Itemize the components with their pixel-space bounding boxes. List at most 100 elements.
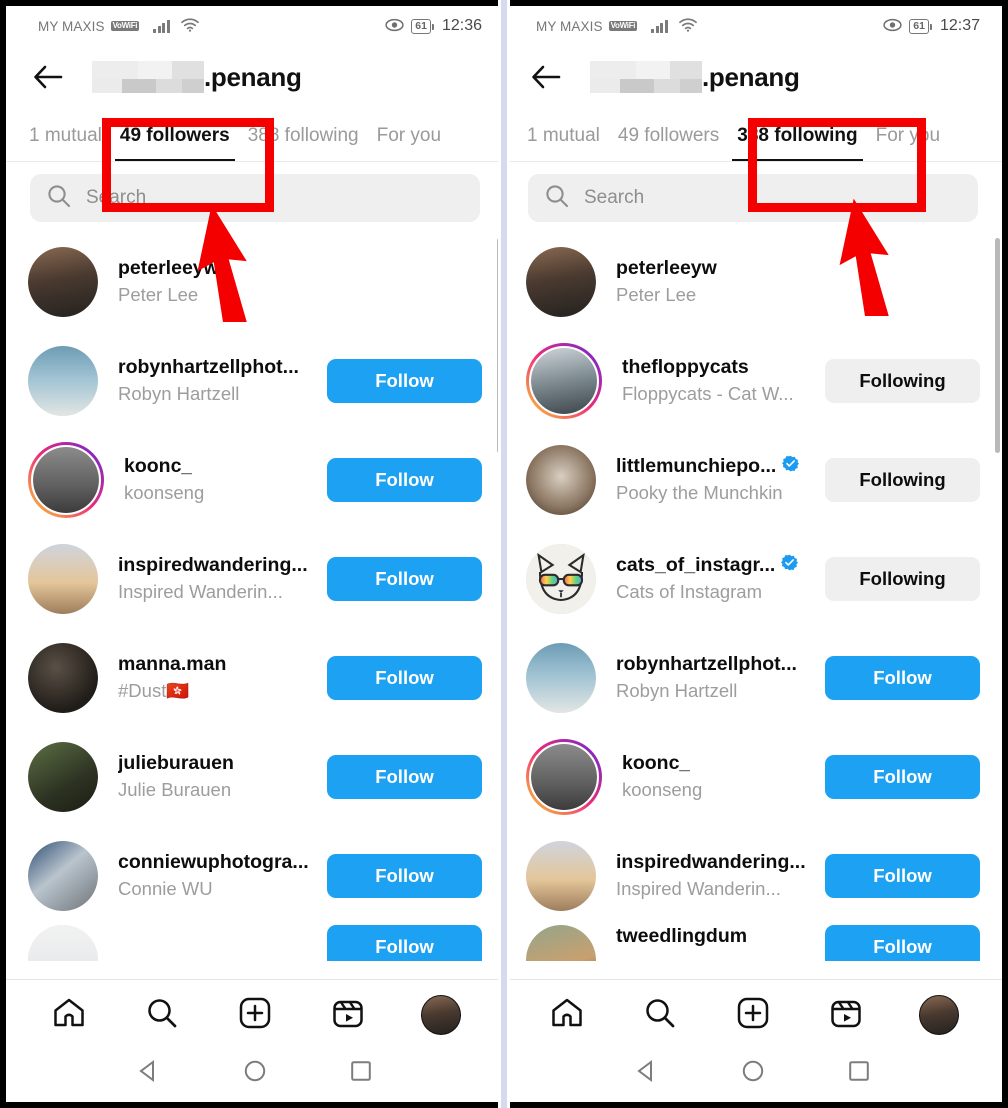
battery-indicator: 61 bbox=[411, 18, 434, 34]
sysnav-back-button[interactable] bbox=[627, 1054, 667, 1094]
tab-49-followers[interactable]: 49 followers bbox=[609, 125, 728, 161]
full-name: Pooky the Munchkin bbox=[616, 482, 783, 503]
recents-square-icon bbox=[845, 1057, 873, 1090]
avatar[interactable] bbox=[526, 925, 596, 961]
follow-button[interactable]: Follow bbox=[327, 925, 482, 961]
follow-button[interactable]: Follow bbox=[825, 655, 980, 700]
add-post-icon bbox=[736, 996, 770, 1035]
follow-button[interactable]: Follow bbox=[825, 754, 980, 799]
follow-button[interactable]: Follow bbox=[327, 556, 482, 601]
list-item[interactable]: littlemunchiepo... Pooky the Munchkin Foll… bbox=[504, 430, 1002, 529]
list-item[interactable]: peterleeyw Peter Lee bbox=[504, 232, 1002, 331]
screenshot-root: MY MAXIS VoWiFi 61 12:36 .penang 1 mutual 49 f… bbox=[0, 0, 1008, 1108]
avatar[interactable] bbox=[28, 345, 98, 416]
list-item[interactable]: cats_of_instagr... Cats of Instagram Follo… bbox=[504, 529, 1002, 628]
verified-badge-icon bbox=[781, 554, 799, 577]
full-name: Robyn Hartzell bbox=[118, 383, 240, 404]
list-item[interactable]: tweedlingdum Follow bbox=[504, 925, 1002, 961]
list-item[interactable]: inspiredwandering... Inspired Wanderin...… bbox=[6, 529, 504, 628]
avatar[interactable] bbox=[526, 642, 596, 713]
list-item[interactable]: inspiredwandering... Inspired Wanderin...… bbox=[504, 826, 1002, 925]
nav-create-button[interactable] bbox=[727, 989, 779, 1041]
nav-search-button[interactable] bbox=[634, 989, 686, 1041]
nav-home-button[interactable] bbox=[43, 989, 95, 1041]
following-button[interactable]: Following bbox=[825, 457, 980, 502]
home-circle-icon bbox=[739, 1057, 767, 1090]
nav-profile-button[interactable] bbox=[415, 989, 467, 1041]
avatar[interactable] bbox=[28, 741, 98, 812]
scrollbar-thumb[interactable] bbox=[995, 238, 1000, 453]
avatar[interactable] bbox=[526, 444, 596, 515]
username: thefloppycats bbox=[622, 356, 815, 379]
list-item[interactable]: koonc_ koonseng Follow bbox=[6, 430, 504, 529]
avatar-image bbox=[28, 741, 98, 812]
tab-388-following[interactable]: 388 following bbox=[728, 125, 866, 161]
tab-for-you[interactable]: For you bbox=[368, 125, 450, 161]
follow-button[interactable]: Follow bbox=[825, 925, 980, 961]
avatar[interactable] bbox=[526, 543, 596, 614]
search-placeholder: Search bbox=[584, 187, 645, 208]
list-item[interactable]: robynhartzellphot... Robyn Hartzell Follow bbox=[6, 331, 504, 430]
list-item[interactable]: conniewuphotogra... Connie WU Follow bbox=[6, 826, 504, 925]
full-name: Peter Lee bbox=[118, 284, 199, 305]
follow-button[interactable]: Follow bbox=[825, 853, 980, 898]
avatar[interactable] bbox=[526, 840, 596, 911]
list-item-text: thefloppycats Floppycats - Cat W... bbox=[622, 356, 815, 405]
nav-reels-button[interactable] bbox=[820, 989, 872, 1041]
search-input[interactable]: Search bbox=[30, 174, 480, 222]
list-item[interactable]: julieburauen Julie Burauen Follow bbox=[6, 727, 504, 826]
avatar[interactable] bbox=[28, 840, 98, 911]
list-item-text bbox=[118, 925, 317, 929]
nav-home-button[interactable] bbox=[541, 989, 593, 1041]
list-item[interactable]: koonc_ koonseng Follow bbox=[504, 727, 1002, 826]
list-item[interactable]: manna.man #Dust🇭🇰 Follow bbox=[6, 628, 504, 727]
nav-create-button[interactable] bbox=[229, 989, 281, 1041]
sysnav-home-button[interactable] bbox=[235, 1054, 275, 1094]
avatar bbox=[529, 741, 599, 812]
avatar[interactable] bbox=[28, 925, 98, 961]
wifi-icon bbox=[180, 17, 199, 35]
avatar[interactable] bbox=[28, 642, 98, 713]
follow-button[interactable]: Follow bbox=[327, 457, 482, 502]
tab-388-following[interactable]: 388 following bbox=[239, 125, 368, 161]
story-ring[interactable] bbox=[28, 441, 104, 518]
tab-1-mutual[interactable]: 1 mutual bbox=[518, 125, 609, 161]
story-ring[interactable] bbox=[526, 738, 602, 815]
follow-button[interactable]: Follow bbox=[327, 754, 482, 799]
list-item[interactable]: peterleeyw Peter Lee bbox=[6, 232, 504, 331]
username-text: peterleeyw bbox=[118, 257, 219, 279]
avatar[interactable] bbox=[28, 246, 98, 317]
avatar-image bbox=[526, 840, 596, 911]
tab-for-you[interactable]: For you bbox=[867, 125, 949, 161]
follow-button[interactable]: Follow bbox=[327, 358, 482, 403]
story-ring[interactable] bbox=[526, 342, 602, 419]
list-item[interactable]: robynhartzellphot... Robyn Hartzell Follow bbox=[504, 628, 1002, 727]
follow-button[interactable]: Follow bbox=[327, 655, 482, 700]
list-item[interactable]: thefloppycats Floppycats - Cat W... Follow… bbox=[504, 331, 1002, 430]
following-button[interactable]: Following bbox=[825, 556, 980, 601]
back-arrow-icon[interactable] bbox=[524, 64, 568, 90]
tab-49-followers[interactable]: 49 followers bbox=[111, 125, 239, 161]
follow-button[interactable]: Follow bbox=[327, 853, 482, 898]
nav-profile-button[interactable] bbox=[913, 989, 965, 1041]
home-icon bbox=[52, 996, 86, 1035]
avatar[interactable] bbox=[526, 246, 596, 317]
tab-1-mutual[interactable]: 1 mutual bbox=[20, 125, 111, 161]
sysnav-recents-button[interactable] bbox=[341, 1054, 381, 1094]
full-name: koonseng bbox=[622, 779, 703, 800]
sysnav-home-button[interactable] bbox=[733, 1054, 773, 1094]
username: cats_of_instagr... bbox=[616, 554, 815, 577]
nav-search-button[interactable] bbox=[136, 989, 188, 1041]
sysnav-recents-button[interactable] bbox=[839, 1054, 879, 1094]
following-button[interactable]: Following bbox=[825, 358, 980, 403]
sysnav-back-button[interactable] bbox=[129, 1054, 169, 1094]
back-arrow-icon[interactable] bbox=[26, 64, 70, 90]
full-name: Julie Burauen bbox=[118, 779, 232, 800]
blurred-username bbox=[92, 61, 204, 93]
nav-reels-button[interactable] bbox=[322, 989, 374, 1041]
avatar[interactable] bbox=[28, 543, 98, 614]
list-item[interactable]: Follow bbox=[6, 925, 504, 961]
search-input[interactable]: Search bbox=[528, 174, 978, 222]
username: littlemunchiepo... bbox=[616, 455, 815, 478]
username: robynhartzellphot... bbox=[616, 653, 815, 676]
